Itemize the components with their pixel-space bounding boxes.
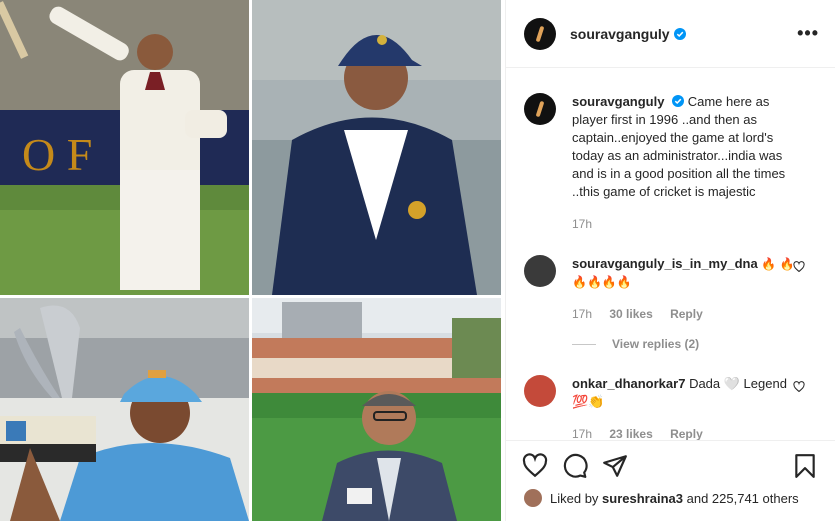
comment-meta: 17h 30 likes Reply: [572, 305, 802, 323]
caption-author-avatar[interactable]: [524, 93, 556, 125]
photo-blazer-and-cap: [252, 0, 501, 295]
commenter-avatar[interactable]: [524, 255, 556, 287]
comment-body: souravganguly_is_in_my_dna 🔥 🔥🔥🔥🔥🔥 17h 3…: [572, 255, 802, 323]
photo-at-lords-ground: [252, 298, 501, 521]
comment-reply-button[interactable]: Reply: [670, 307, 703, 321]
author-username[interactable]: souravganguly: [570, 26, 670, 42]
post-actions: Liked by sureshraina3 and 225,741 others: [506, 440, 835, 522]
liked-by-suffix[interactable]: and 225,741 others: [687, 491, 799, 506]
verified-icon: [672, 95, 685, 107]
liked-by-summary: Liked by sureshraina3 and 225,741 others: [524, 489, 799, 507]
comments-area[interactable]: souravganguly Came here as player first …: [506, 69, 835, 449]
view-replies-button[interactable]: View replies (2): [572, 337, 699, 351]
caption-time[interactable]: 17h: [572, 217, 592, 231]
comment-body: onkar_dhanorkar7 Dada 🤍 Legend 💯👏 17h 23…: [572, 375, 802, 443]
comment-icon[interactable]: [562, 453, 588, 479]
save-icon[interactable]: [792, 453, 818, 479]
comment-username[interactable]: onkar_dhanorkar7: [572, 376, 685, 391]
heart-icon[interactable]: [793, 381, 805, 393]
caption-text: Came here as player first in 1996 ..and …: [572, 94, 786, 199]
comment-likes[interactable]: 30 likes: [609, 307, 652, 321]
caption-body: souravganguly Came here as player first …: [572, 93, 802, 233]
comment-item: onkar_dhanorkar7 Dada 🤍 Legend 💯👏 17h 23…: [524, 375, 821, 443]
author-avatar[interactable]: [524, 17, 556, 50]
verified-icon: [673, 27, 686, 40]
comment-time[interactable]: 17h: [572, 307, 592, 321]
view-replies-label[interactable]: View replies (2): [612, 337, 699, 351]
caption-comment: souravganguly Came here as player first …: [524, 93, 821, 233]
post-header: souravganguly •••: [506, 0, 835, 68]
comment-likes[interactable]: 23 likes: [609, 427, 652, 441]
heart-icon[interactable]: [793, 261, 805, 273]
svg-text:O F: O F: [22, 129, 92, 180]
instagram-post: O F souravganguly ••• souravganguly Came…: [0, 0, 835, 522]
photo-batsman-raising-bat: O F: [0, 0, 249, 295]
comment-time[interactable]: 17h: [572, 427, 592, 441]
post-sidebar: souravganguly ••• souravganguly Came her…: [505, 0, 835, 522]
like-heart-icon[interactable]: [522, 453, 548, 479]
caption-meta: 17h: [572, 215, 802, 233]
photo-holding-trophy: [0, 298, 249, 521]
liked-by-prefix: Liked by: [550, 490, 599, 506]
liked-by-user[interactable]: sureshraina3: [602, 491, 683, 506]
liker-avatar[interactable]: [524, 489, 542, 507]
replies-divider: [572, 343, 596, 345]
post-media-collage[interactable]: O F: [0, 0, 505, 521]
more-options-icon[interactable]: •••: [797, 23, 819, 44]
caption-author[interactable]: souravganguly: [572, 94, 664, 109]
comment-item: souravganguly_is_in_my_dna 🔥 🔥🔥🔥🔥🔥 17h 3…: [524, 255, 821, 323]
comment-reply-button[interactable]: Reply: [670, 427, 703, 441]
comment-username[interactable]: souravganguly_is_in_my_dna: [572, 256, 758, 271]
commenter-avatar[interactable]: [524, 375, 556, 407]
share-icon[interactable]: [602, 453, 628, 479]
